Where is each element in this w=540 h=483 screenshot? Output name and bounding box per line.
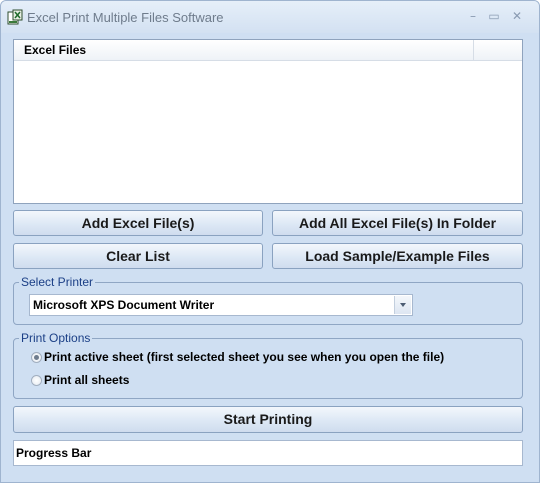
list-header: Excel Files bbox=[14, 40, 522, 61]
radio-print-active-sheet-label[interactable]: Print active sheet (first selected sheet… bbox=[44, 350, 444, 364]
radio-print-all-sheets-label[interactable]: Print all sheets bbox=[44, 373, 129, 387]
chevron-down-icon[interactable] bbox=[394, 296, 411, 314]
progress-bar-label: Progress Bar bbox=[16, 446, 92, 460]
app-window: Excel Print Multiple Files Software – ▭ … bbox=[0, 0, 540, 483]
minimize-button[interactable]: – bbox=[464, 8, 482, 24]
excel-app-icon bbox=[7, 9, 23, 25]
excel-files-list[interactable]: Excel Files bbox=[13, 39, 523, 204]
add-folder-button[interactable]: Add All Excel File(s) In Folder bbox=[272, 210, 523, 236]
radio-print-active-sheet[interactable] bbox=[31, 352, 42, 363]
column-header-excel-files[interactable]: Excel Files bbox=[14, 40, 474, 60]
maximize-button[interactable]: ▭ bbox=[485, 8, 503, 24]
load-sample-button[interactable]: Load Sample/Example Files bbox=[272, 243, 523, 269]
printer-dropdown-value: Microsoft XPS Document Writer bbox=[33, 298, 215, 312]
window-title: Excel Print Multiple Files Software bbox=[27, 10, 224, 25]
add-excel-files-button[interactable]: Add Excel File(s) bbox=[13, 210, 263, 236]
radio-print-all-sheets[interactable] bbox=[31, 375, 42, 386]
print-options-group: Print Options bbox=[13, 331, 523, 399]
start-printing-button[interactable]: Start Printing bbox=[13, 406, 523, 433]
printer-dropdown[interactable]: Microsoft XPS Document Writer bbox=[29, 294, 413, 316]
clear-list-button[interactable]: Clear List bbox=[13, 243, 263, 269]
title-bar[interactable]: Excel Print Multiple Files Software – ▭ … bbox=[1, 1, 539, 33]
close-button[interactable]: ✕ bbox=[508, 8, 526, 24]
select-printer-legend: Select Printer bbox=[21, 275, 94, 289]
progress-bar: Progress Bar bbox=[13, 440, 523, 466]
print-options-legend: Print Options bbox=[21, 331, 91, 345]
